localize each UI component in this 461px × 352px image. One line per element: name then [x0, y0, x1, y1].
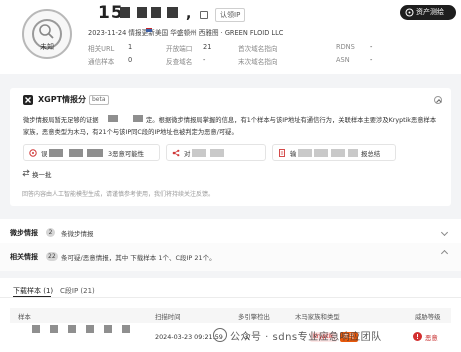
sample-hash-redacted[interactable] — [32, 325, 40, 333]
update-date: 2023-11-24 情报更新 — [88, 29, 155, 37]
stat-val-asn: - — [370, 56, 373, 64]
redacted-text — [87, 149, 103, 157]
question-3-prefix: 输 — [290, 150, 297, 158]
copy-icon[interactable] — [200, 11, 208, 19]
count-badge: 2 — [46, 228, 55, 237]
table-header: 样本 扫描时间 多引擎检出 木马家族和类型 威胁等级 — [10, 308, 451, 323]
tab-download-samples[interactable]: 下载样本 (1) — [13, 286, 53, 296]
sample-hash-redacted[interactable] — [68, 325, 76, 333]
row-description: 条微步情报 — [61, 230, 94, 238]
stat-key-last-domain: 末次域名指向 — [238, 58, 278, 66]
sample-hash-redacted[interactable] — [122, 325, 130, 333]
ip-address-redacted — [120, 7, 130, 18]
verdict-badge: 未知 — [22, 9, 72, 59]
ip-header: 未知 15 , 认领IP 资产测绘 2023-11-24 情报更新 美国 华盛顿… — [0, 0, 461, 74]
question-2-prefix: 对 — [184, 150, 191, 158]
expand-chevron-icon[interactable] — [440, 249, 449, 258]
col-family-type: 木马家族和类型 — [295, 313, 340, 321]
stat-val-url[interactable]: 1 — [128, 43, 132, 51]
tab-divider — [0, 297, 461, 298]
sample-hash-redacted[interactable] — [104, 325, 112, 333]
suggested-question-2[interactable]: 对 — [166, 144, 266, 161]
ip-address-redacted — [151, 7, 161, 18]
ip-address-redacted — [137, 7, 147, 18]
redacted-text — [298, 149, 312, 157]
collapse-chevron-icon[interactable] — [434, 96, 442, 104]
watermark-text: 公众号 · sdns专业应急响应团队 — [230, 332, 382, 343]
magnifier-icon — [39, 24, 54, 39]
col-sample: 样本 — [18, 313, 31, 321]
stat-key-first-domain: 首次域名指向 — [238, 45, 278, 53]
stat-key-url: 相关URL — [88, 45, 115, 53]
ip-address-redacted — [167, 7, 178, 18]
redacted-text — [69, 149, 83, 157]
count-badge: 22 — [46, 252, 58, 261]
network-icon — [172, 149, 180, 157]
redacted-text — [210, 149, 224, 157]
stat-val-samples[interactable]: 0 — [128, 56, 132, 64]
suggested-question-3[interactable]: 输 报总结 — [272, 144, 396, 161]
redacted-text — [133, 115, 143, 122]
sample-hash-redacted[interactable] — [86, 325, 94, 333]
radar-icon — [405, 8, 414, 17]
analysis-line-2: 家族，恶意类型为木马，有21个与该IP同C段的IP地址也被判定为恶意/可疑。 — [23, 129, 238, 136]
sample-hash-redacted[interactable] — [50, 325, 58, 333]
xgpt-title: XGPT情报分 — [38, 95, 87, 104]
asset-mapping-label: 资产测绘 — [416, 8, 444, 16]
wechat-watermark-icon — [213, 328, 227, 342]
claim-ip-button[interactable]: 认领IP — [215, 8, 246, 22]
ai-disclaimer: 回答内容由人工智能模型生成，请谨慎参考使用，我们将持续关注反馈。 — [22, 191, 215, 198]
suggested-question-1[interactable]: 误 3恶意可能性 — [23, 144, 160, 161]
stat-val-reverse-domain: - — [203, 56, 206, 64]
beta-badge: beta — [89, 95, 109, 105]
redacted-text — [314, 149, 328, 157]
xgpt-logo-icon — [23, 95, 33, 105]
stat-val-ports[interactable]: 21 — [203, 43, 211, 51]
verdict-label: 未知 — [40, 43, 54, 51]
redacted-text — [192, 149, 206, 157]
ip-separator: , — [186, 6, 192, 22]
location-org: 美国 华盛顿州 西雅图 · GREEN FLOID LLC — [155, 29, 284, 37]
stat-key-reverse-domain: 反查域名 — [166, 58, 193, 66]
question-3-suffix: 报总结 — [361, 150, 381, 158]
row-title: 相关情报 — [10, 253, 38, 261]
redacted-text — [108, 115, 118, 122]
asset-mapping-button[interactable]: 资产测绘 — [400, 5, 456, 20]
document-icon — [279, 149, 285, 157]
warning-icon — [413, 332, 422, 341]
row-description: 条可疑/恶意情报，其中 下载样本 1个、C段IP 21个。 — [61, 254, 216, 262]
stat-key-asn: ASN — [336, 56, 350, 64]
redacted-text — [49, 149, 63, 157]
us-flag-icon — [146, 28, 152, 32]
related-intel-row[interactable]: 相关情报 22 条可疑/恶意情报，其中 下载样本 1个、C段IP 21个。 — [0, 243, 461, 271]
stat-key-rdns: RDNS — [336, 43, 355, 51]
question-1-suffix: 3恶意可能性 — [108, 150, 145, 158]
redacted-text — [348, 149, 358, 157]
expand-chevron-icon[interactable] — [440, 228, 449, 237]
redacted-text — [331, 149, 345, 157]
stat-key-ports: 开放端口 — [166, 45, 193, 53]
question-1-prefix: 误 — [41, 150, 48, 158]
col-threat-level: 威胁等级 — [415, 313, 441, 321]
tab-c-segment-ip[interactable]: C段IP (21) — [60, 286, 95, 296]
refresh-questions-button[interactable]: 换一批 — [32, 169, 52, 179]
target-icon — [29, 149, 37, 157]
swap-icon — [22, 169, 30, 177]
row-title: 微步情报 — [10, 229, 38, 237]
col-scan-time: 扫描时间 — [155, 313, 181, 321]
analysis-line-1a: 微步情报局暂无足够的证据 — [23, 117, 99, 124]
stat-key-samples: 通信样本 — [88, 58, 115, 66]
threat-level-cell: 恶意 — [425, 334, 438, 342]
analysis-line-1b: 定。根据微步情报局掌握的信息，有1个样本与该IP地址有通信行为，关联样本主要涉及… — [146, 117, 437, 124]
stat-val-rdns: - — [370, 43, 373, 51]
col-engine-detection: 多引擎检出 — [238, 313, 270, 321]
xgpt-analysis-panel: XGPT情报分 beta 微步情报局暂无足够的证据 定。根据微步情报局掌握的信息… — [10, 88, 451, 206]
